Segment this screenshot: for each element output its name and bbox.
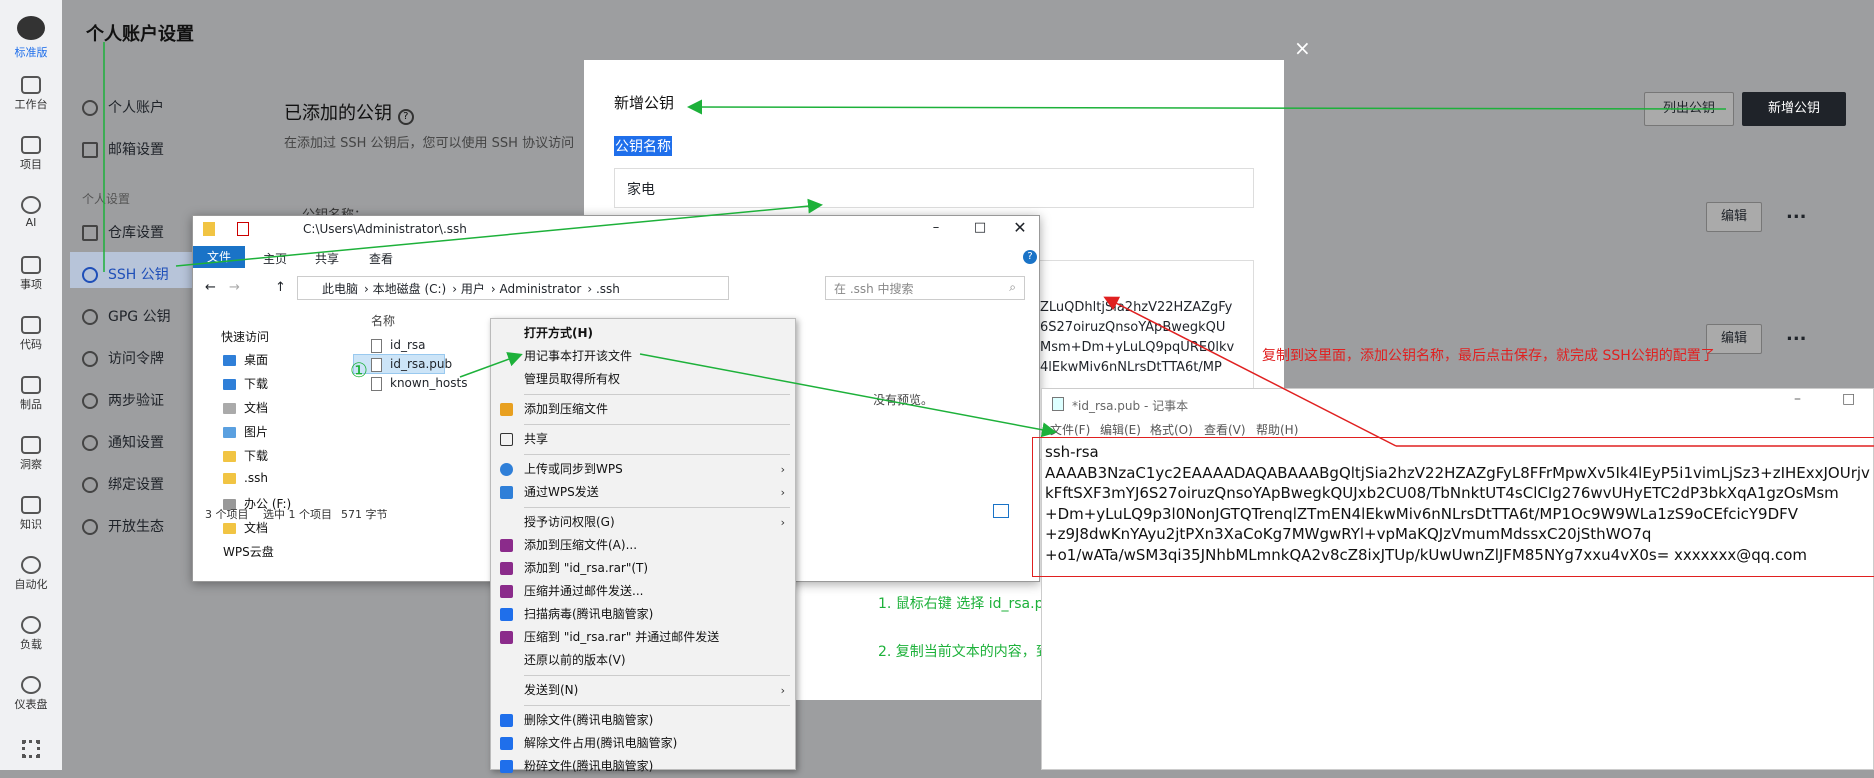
arrow-menu-to-notepad bbox=[639, 353, 1057, 438]
annotation-arrows bbox=[103, 42, 1874, 447]
arrow-ssh-to-modal bbox=[175, 198, 823, 267]
arrow-notepad-to-modal bbox=[1103, 296, 1397, 447]
arrow-file-to-menu bbox=[459, 352, 523, 378]
arrow-add-key bbox=[687, 99, 1727, 115]
